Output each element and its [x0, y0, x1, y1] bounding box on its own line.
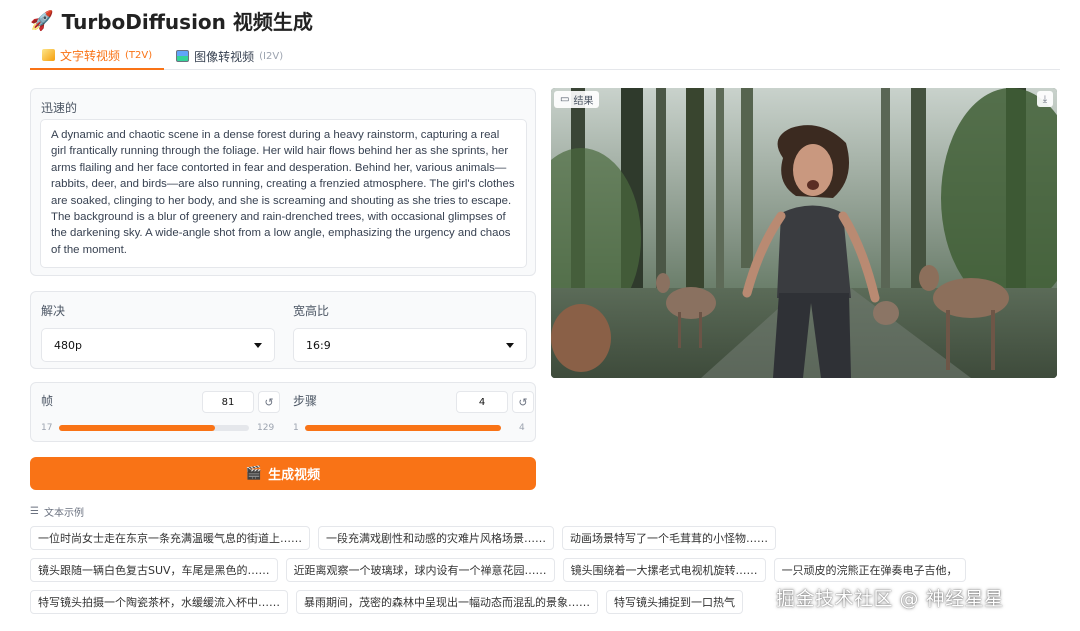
watermark: 掘金技术社区 @ 神经星星: [776, 588, 1004, 610]
generate-label: 生成视频: [268, 468, 321, 483]
aspect-field: 宽高比 16:9: [293, 302, 527, 362]
mode-tabs: 文字转视频 (T2V) 图像转视频 (I2V): [30, 42, 1060, 70]
tab-i2v-label: 图像转视频: [194, 49, 255, 64]
result-label-tag: ▭ 结果: [554, 91, 600, 108]
examples-title-text: 文本示例: [43, 508, 84, 519]
app-title: 🚀 TurboDiffusion 视频生成: [30, 6, 313, 34]
tab-t2v[interactable]: 文字转视频 (T2V): [30, 42, 165, 70]
steps-number-input[interactable]: 4: [456, 391, 508, 413]
rocket-icon: 🚀: [30, 9, 54, 32]
frames-min: 17: [41, 423, 53, 433]
download-icon[interactable]: ⤓: [1037, 91, 1053, 107]
chevron-down-icon: [506, 342, 514, 348]
example-chip[interactable]: 一段充满戏剧性和动感的灾难片风格场景……: [318, 526, 554, 550]
resolution-label: 解决: [41, 304, 66, 318]
examples-title: ☰ 文本示例: [30, 504, 84, 519]
steps-max: 4: [519, 423, 525, 433]
resolution-field: 解决 480p: [41, 302, 275, 362]
tab-i2v[interactable]: 图像转视频 (I2V): [164, 42, 295, 70]
frames-slider-fill: [59, 425, 215, 431]
example-chip[interactable]: 一只顽皮的浣熊正在弹奏电子吉他，: [773, 558, 966, 582]
steps-label: 步骤: [293, 394, 318, 408]
list-icon: ☰: [30, 506, 39, 517]
prompt-textarea[interactable]: A dynamic and chaotic scene in a dense f…: [40, 119, 527, 268]
result-label: 结果: [573, 96, 594, 107]
tab-t2v-label: 文字转视频: [60, 48, 121, 63]
tab-t2v-sub: (T2V): [125, 49, 153, 61]
examples-row-2: 镜头跟随一辆白色复古SUV，车尾是黑色的…… 近距离观察一个玻璃球，球内设有一个…: [30, 558, 966, 582]
aspect-value: 16:9: [306, 338, 331, 352]
frames-control: 帧 81 ↺ 17 129: [41, 383, 291, 443]
frames-max: 129: [257, 423, 275, 433]
examples-row-3: 特写镜头拍摄一个陶瓷茶杯，水缓缓流入杯中…… 暴雨期间，茂密的森林中呈现出一幅动…: [30, 590, 743, 614]
video-icon: ▭: [560, 94, 570, 105]
examples-row-1: 一位时尚女士走在东京一条充满温暖气息的街道上…… 一段充满戏剧性和动感的灾难片风…: [30, 526, 776, 550]
frames-reset-icon[interactable]: ↺: [258, 391, 280, 413]
example-chip[interactable]: 动画场景特写了一个毛茸茸的小怪物……: [562, 526, 776, 550]
steps-slider[interactable]: [305, 425, 501, 431]
prompt-panel: 迅速的 A dynamic and chaotic scene in a den…: [30, 88, 536, 276]
aspect-label: 宽高比: [293, 304, 330, 318]
picture-icon: [176, 50, 190, 62]
example-chip[interactable]: 镜头围绕着一大摞老式电视机旋转……: [562, 558, 766, 582]
result-video[interactable]: ▭ 结果 ⤓: [551, 88, 1057, 378]
resolution-select[interactable]: 480p: [41, 328, 275, 362]
steps-reset-icon[interactable]: ↺: [512, 391, 534, 413]
resolution-value: 480p: [54, 338, 82, 352]
clapper-icon: 🎬: [245, 466, 263, 481]
chevron-down-icon: [254, 342, 262, 348]
example-chip[interactable]: 镜头跟随一辆白色复古SUV，车尾是黑色的……: [30, 558, 278, 582]
steps-min: 1: [293, 423, 299, 433]
example-chip[interactable]: 特写镜头拍摄一个陶瓷茶杯，水缓缓流入杯中……: [30, 590, 288, 614]
app-title-text: TurboDiffusion 视频生成: [61, 9, 313, 34]
pencil-icon: [42, 49, 55, 61]
prompt-label: 迅速的: [41, 101, 78, 115]
frames-label: 帧: [41, 394, 54, 408]
example-chip[interactable]: 一位时尚女士走在东京一条充满温暖气息的街道上……: [30, 526, 310, 550]
sliders-panel: 帧 81 ↺ 17 129 步骤 4 ↺ 1 4: [30, 382, 536, 442]
tab-i2v-sub: (I2V): [259, 50, 284, 62]
example-chip[interactable]: 近距离观察一个玻璃球，球内设有一个禅意花园……: [285, 558, 555, 582]
frames-number-input[interactable]: 81: [202, 391, 254, 413]
generate-button[interactable]: 🎬 生成视频: [30, 457, 536, 490]
example-chip[interactable]: 暴雨期间，茂密的森林中呈现出一幅动态而混乱的景象……: [296, 590, 598, 614]
result-video-frame: [551, 88, 1057, 378]
steps-slider-fill: [305, 425, 501, 431]
example-chip[interactable]: 特写镜头捕捉到一口热气: [606, 590, 743, 614]
resolution-aspect-panel: 解决 480p 宽高比 16:9: [30, 291, 536, 369]
aspect-select[interactable]: 16:9: [293, 328, 527, 362]
frames-slider[interactable]: [59, 425, 249, 431]
steps-control: 步骤 4 ↺ 1 4: [293, 383, 543, 443]
